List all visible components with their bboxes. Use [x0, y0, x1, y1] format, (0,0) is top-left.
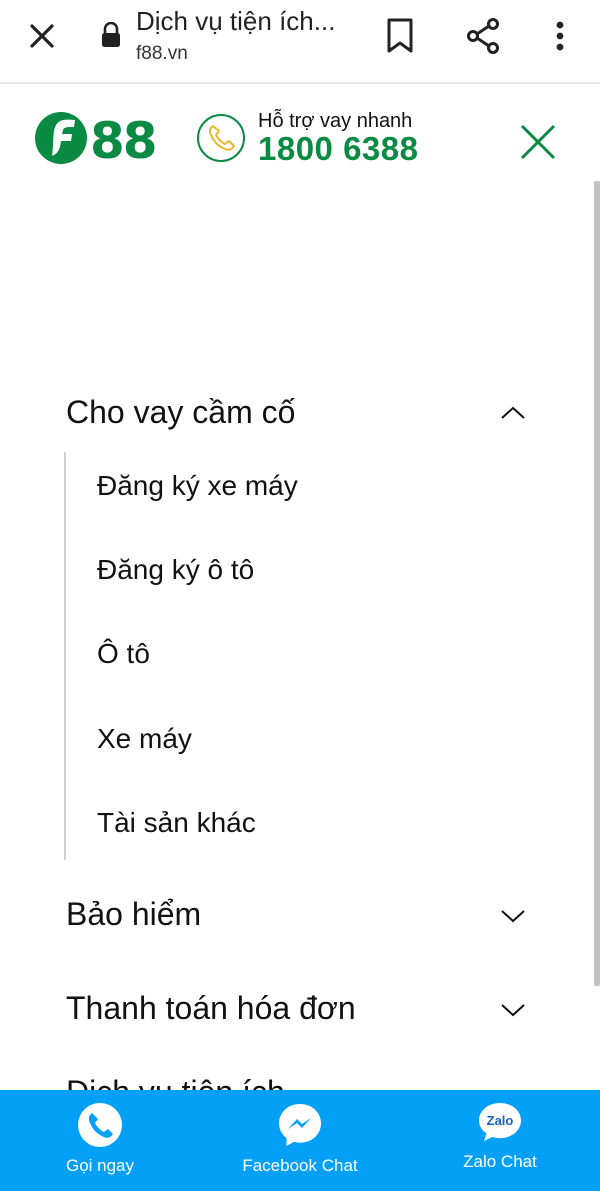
- submenu-item-tai-san-khac[interactable]: Tài sản khác: [97, 803, 256, 843]
- browser-toolbar: Dịch vụ tiện ích... f88.vn: [0, 0, 600, 84]
- svg-text:88: 88: [90, 112, 156, 168]
- menu-group-label: Thanh toán hóa đơn: [66, 990, 356, 1026]
- menu-group-cho-vay-cam-co[interactable]: Cho vay cầm cố: [66, 382, 526, 442]
- contact-label: Gọi ngay: [65, 1156, 135, 1175]
- submenu-item-dang-ky-o-to[interactable]: Đăng ký ô tô: [97, 550, 254, 590]
- share-button[interactable]: [464, 16, 504, 56]
- zalo-chat-button[interactable]: Zalo Zalo Chat: [420, 1090, 580, 1191]
- more-vert-icon: [556, 21, 564, 51]
- chevron-down-icon: [501, 910, 525, 923]
- hotline-number: 1800 6388: [258, 130, 419, 167]
- bookmark-button[interactable]: [384, 16, 416, 56]
- scrollbar[interactable]: [594, 181, 600, 986]
- menu-group-label: Bảo hiểm: [66, 896, 202, 932]
- close-icon: [30, 24, 54, 48]
- contact-label: Facebook Chat: [242, 1156, 358, 1175]
- close-icon: [520, 124, 556, 160]
- submenu-item-o-to[interactable]: Ô tô: [97, 634, 150, 674]
- facebook-chat-button[interactable]: Facebook Chat: [220, 1090, 380, 1191]
- menu-group-thanh-toan-hoa-don[interactable]: Thanh toán hóa đơn: [66, 978, 526, 1038]
- bookmark-icon: [387, 18, 413, 53]
- chevron-up-icon: [501, 406, 525, 419]
- menu-group-label: Cho vay cầm cố: [66, 394, 296, 430]
- close-menu-button[interactable]: [516, 122, 560, 162]
- page-title: Dịch vụ tiện ích...: [136, 6, 336, 36]
- zalo-icon-text: Zalo: [487, 1113, 514, 1128]
- lock-icon: [100, 21, 122, 48]
- page-url: f88.vn: [136, 43, 188, 64]
- submenu-item-dang-ky-xe-may[interactable]: Đăng ký xe máy: [97, 466, 298, 506]
- chevron-down-icon: [501, 1004, 525, 1017]
- submenu-item-xe-may[interactable]: Xe máy: [97, 719, 192, 759]
- site-header: 88 Hỗ trợ vay nhanh 1800 6388: [0, 86, 600, 196]
- f88-logo[interactable]: 88: [34, 108, 174, 170]
- more-options-button[interactable]: [548, 16, 572, 56]
- contact-label: Zalo Chat: [463, 1152, 537, 1171]
- call-now-button[interactable]: Gọi ngay: [20, 1090, 180, 1191]
- phone-icon: [196, 113, 246, 163]
- menu-group-bao-hiem[interactable]: Bảo hiểm: [66, 884, 526, 944]
- messenger-icon: [277, 1102, 323, 1148]
- hotline-link[interactable]: Hỗ trợ vay nhanh 1800 6388: [196, 110, 436, 170]
- share-icon: [467, 18, 499, 54]
- contact-bar: Gọi ngay Facebook Chat Zalo Zalo Chat: [0, 1090, 600, 1191]
- zalo-icon: Zalo: [477, 1100, 523, 1146]
- submenu-divider: [64, 452, 66, 860]
- phone-icon: [77, 1102, 123, 1148]
- close-tab-button[interactable]: [24, 18, 60, 54]
